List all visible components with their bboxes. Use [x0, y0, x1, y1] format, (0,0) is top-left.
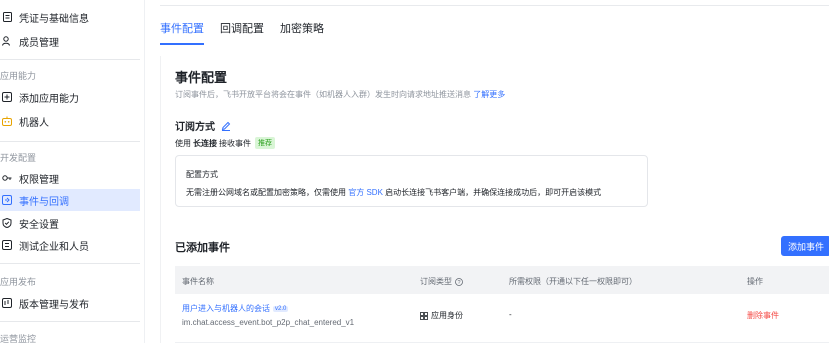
sidebar-item-label: 安全设置	[19, 219, 59, 231]
bot-icon	[2, 116, 12, 126]
events-table-header: 事件名称 订阅类型 ? 所需权限（开通以下任一权限即可） 操作	[175, 266, 829, 294]
config-text-after: 启动长连接飞书客户端，并确保连接成功后，即可开启该模式	[385, 188, 602, 197]
plus-square-icon	[2, 92, 12, 102]
subscribe-mode-heading: 订阅方式	[175, 118, 231, 133]
user-icon	[2, 36, 12, 46]
sidebar-section-app-capability: 应用能力	[0, 71, 37, 81]
sidebar-item-test-org[interactable]: 测试企业和人员	[0, 234, 140, 256]
config-method-title: 配置方式	[186, 170, 218, 179]
usage-mode: 长连接	[193, 138, 217, 148]
page-description: 订阅事件后，飞书开放平台将会在事件（如机器人入群）发生时向请求地址推送消息 了解…	[175, 89, 505, 100]
event-icon	[2, 195, 12, 205]
sidebar-item-label: 成员管理	[19, 37, 59, 49]
sidebar-item-label: 版本管理与发布	[19, 299, 89, 311]
header-subscribe-type: 订阅类型 ?	[420, 276, 463, 287]
event-name-link[interactable]: 用户进入与机器人的会话	[182, 303, 270, 314]
sidebar-item-label: 机器人	[19, 117, 49, 129]
sidebar-divider	[0, 263, 140, 264]
tab-event-config[interactable]: 事件配置	[160, 20, 204, 45]
sidebar-item-label: 测试企业和人员	[19, 241, 89, 253]
delete-event-link[interactable]: 删除事件	[747, 310, 779, 321]
sidebar-item-label: 事件与回调	[19, 196, 69, 208]
sidebar-divider	[0, 321, 140, 322]
description-text: 订阅事件后，飞书开放平台将会在事件（如机器人入群）发生时向请求地址推送消息	[175, 90, 471, 99]
sidebar-item-label: 凭证与基础信息	[19, 13, 89, 25]
config-method-box: 配置方式 无需注册公网域名或配置加密策略，仅需使用 官方 SDK 启动长连接飞书…	[175, 155, 648, 207]
test-org-icon	[2, 240, 12, 250]
sidebar-item-credentials[interactable]: 凭证与基础信息	[0, 6, 140, 28]
header-event-name: 事件名称	[182, 277, 214, 286]
recommended-badge: 推荐	[255, 137, 275, 149]
table-row: 用户进入与机器人的会话 v2.0 im.chat.access_event.bo…	[175, 294, 829, 343]
sidebar-item-permissions[interactable]: 权限管理	[0, 167, 140, 189]
sidebar-section-ops: 运营监控	[0, 334, 37, 343]
sidebar-item-security[interactable]: 安全设置	[0, 212, 140, 234]
sidebar: 凭证与基础信息 成员管理 应用能力 添加应用能力 机器人 开发配置 权限管理 事…	[0, 0, 145, 343]
sidebar-divider	[0, 141, 140, 142]
tab-callback-config[interactable]: 回调配置	[220, 20, 264, 44]
sidebar-section-app-release: 应用发布	[0, 277, 37, 287]
sidebar-item-versions[interactable]: 版本管理与发布	[0, 292, 140, 314]
usage-suffix: 接收事件	[219, 138, 251, 148]
version-badge: v2.0	[273, 305, 289, 312]
subscribe-mode-title: 订阅方式	[175, 122, 215, 133]
sidebar-item-bot[interactable]: 机器人	[0, 110, 140, 132]
learn-more-link[interactable]: 了解更多	[473, 90, 505, 99]
sidebar-divider	[0, 59, 140, 60]
config-method-text: 无需注册公网域名或配置加密策略，仅需使用 官方 SDK 启动长连接飞书客户端，并…	[186, 187, 601, 198]
event-permission: -	[509, 310, 512, 319]
sidebar-item-members[interactable]: 成员管理	[0, 30, 140, 52]
usage-prefix: 使用	[175, 138, 191, 148]
event-subscribe-type: 应用身份	[420, 310, 463, 321]
sidebar-item-add-capability[interactable]: 添加应用能力	[0, 86, 140, 108]
sidebar-item-label: 权限管理	[19, 174, 59, 186]
question-icon[interactable]: ?	[455, 277, 463, 286]
version-icon	[2, 298, 12, 308]
sidebar-section-dev-config: 开发配置	[0, 153, 37, 163]
key-icon	[2, 173, 12, 183]
event-identifier: im.chat.access_event.bot_p2p_chat_entere…	[182, 318, 355, 327]
shield-check-icon	[2, 218, 12, 228]
edit-icon[interactable]	[221, 121, 231, 131]
official-sdk-link[interactable]: 官方 SDK	[348, 188, 383, 197]
sidebar-item-label: 添加应用能力	[19, 93, 79, 105]
subscribe-mode-value: 使用 长连接 接收事件 推荐	[175, 137, 275, 149]
tab-encryption[interactable]: 加密策略	[280, 20, 324, 44]
header-action: 操作	[747, 277, 763, 286]
top-panel-edge	[160, 0, 829, 6]
tab-bar: 事件配置 回调配置 加密策略	[160, 20, 340, 45]
header-subscribe-type-label: 订阅类型	[420, 277, 452, 286]
event-name: 用户进入与机器人的会话 v2.0	[182, 303, 289, 314]
document-icon	[2, 12, 12, 22]
added-events-title: 已添加事件	[175, 242, 230, 254]
svg-text:?: ?	[457, 280, 460, 286]
header-required-permission: 所需权限（开通以下任一权限即可）	[509, 277, 637, 286]
config-text-before: 无需注册公网域名或配置加密策略，仅需使用	[186, 188, 346, 197]
event-type-label: 应用身份	[431, 311, 463, 320]
add-event-button[interactable]: 添加事件	[781, 236, 829, 256]
app-grid-icon	[420, 311, 428, 320]
page-title: 事件配置	[175, 70, 228, 85]
sidebar-item-events[interactable]: 事件与回调	[0, 189, 140, 211]
